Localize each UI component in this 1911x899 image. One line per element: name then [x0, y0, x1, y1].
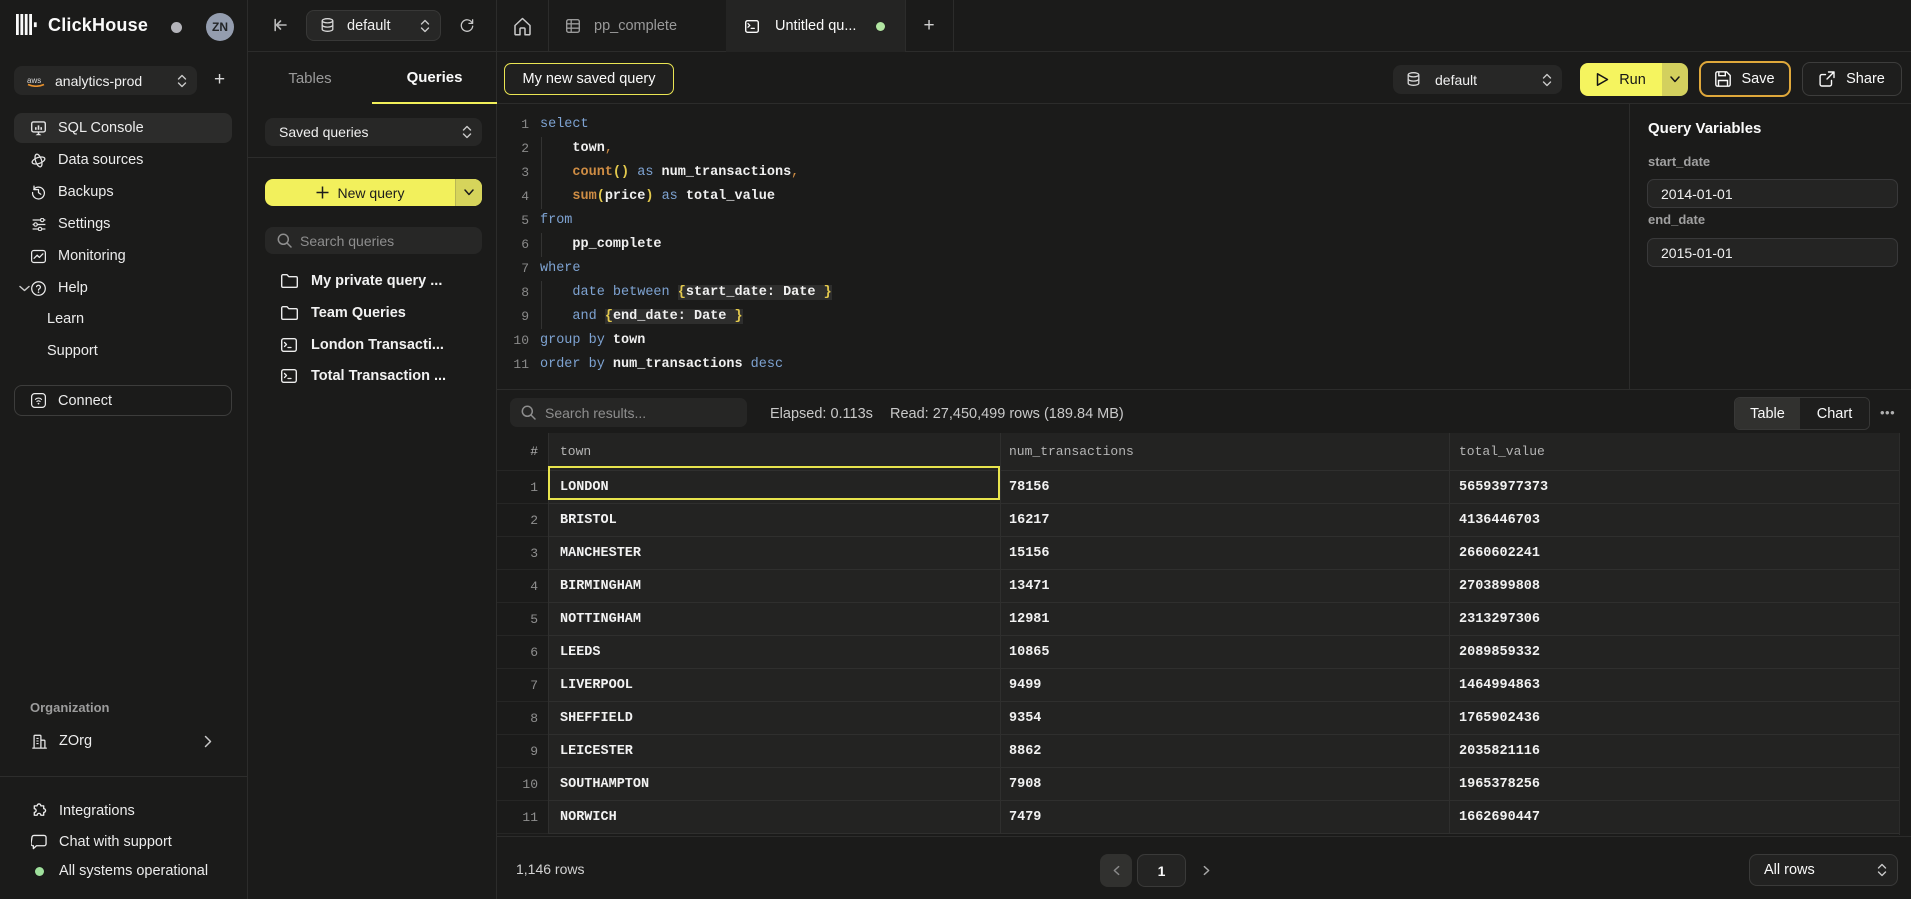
svg-text:aws: aws: [27, 76, 41, 85]
